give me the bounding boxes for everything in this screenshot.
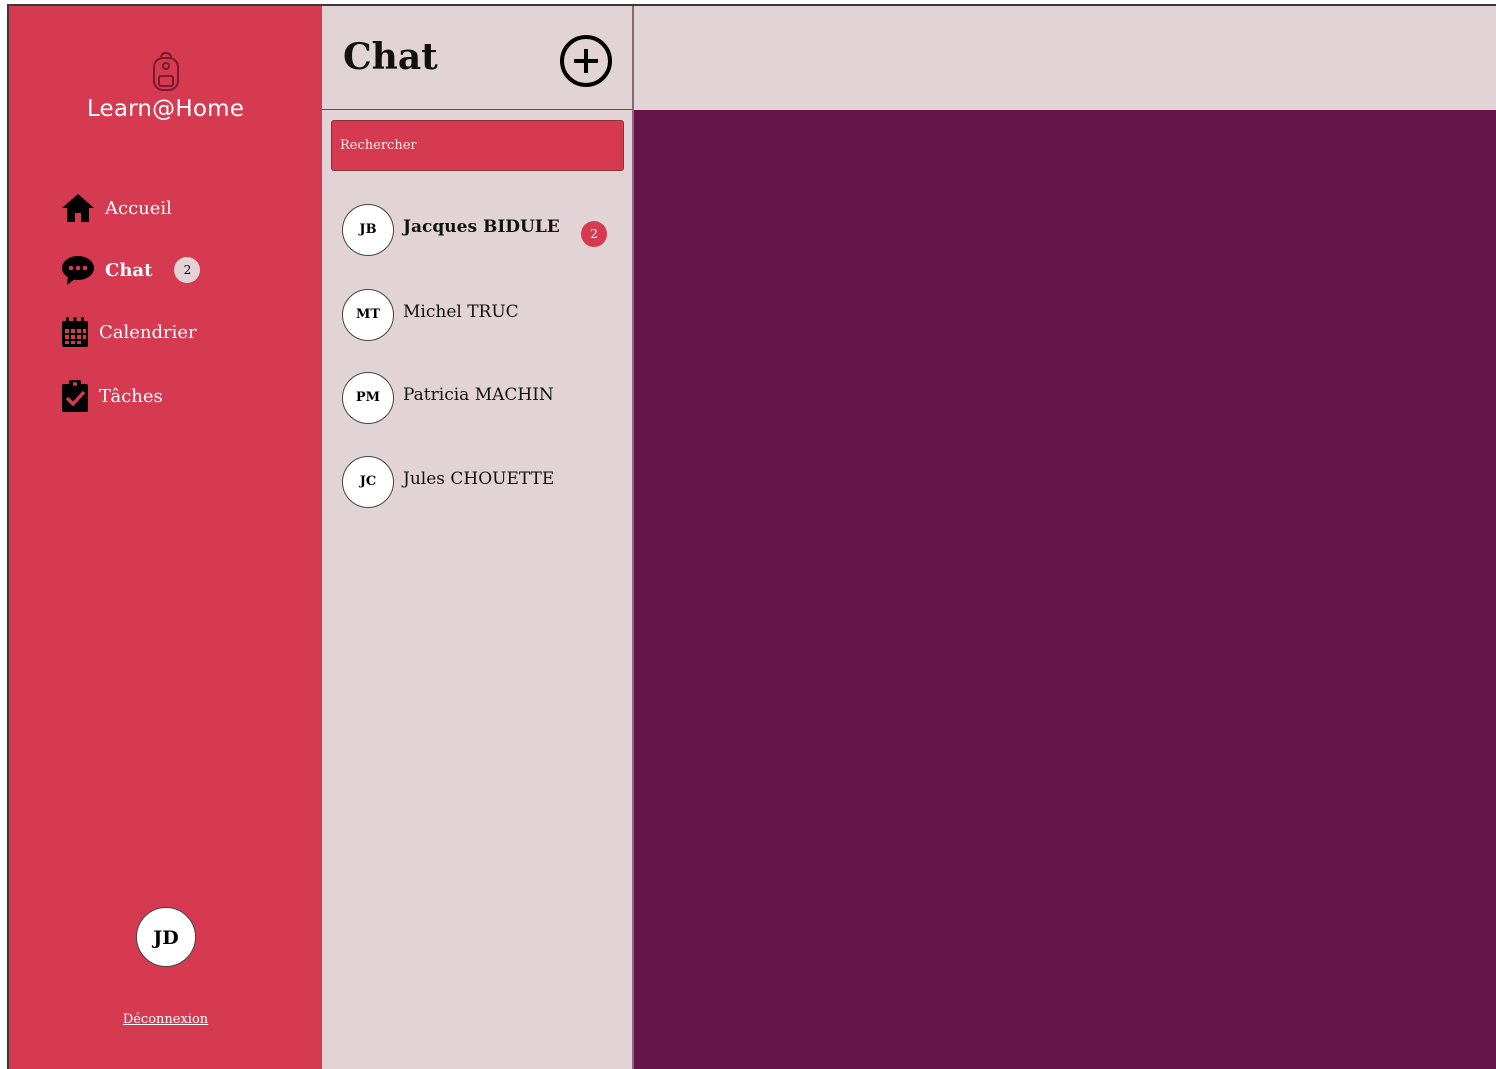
avatar: JC <box>342 456 394 508</box>
search-input[interactable] <box>331 120 624 171</box>
app-window: Learn@Home Accueil Chat 2 Calendrier Tâc… <box>7 4 1496 1069</box>
plus-circle-icon[interactable] <box>559 34 613 88</box>
home-icon <box>62 194 94 222</box>
contact-item[interactable]: JC Jules CHOUETTE <box>342 456 622 510</box>
unread-badge: 2 <box>174 257 201 283</box>
avatar: PM <box>342 372 394 424</box>
brand: Learn@Home <box>9 50 322 122</box>
sidebar-item-label: Calendrier <box>99 321 197 343</box>
sidebar-item-label: Tâches <box>99 385 163 407</box>
clipboard-check-icon <box>62 380 88 412</box>
conversation-area <box>634 110 1496 1069</box>
contact-item[interactable]: MT Michel TRUC <box>342 289 622 343</box>
calendar-icon <box>62 317 88 347</box>
page-title: Chat <box>343 36 438 78</box>
contact-item[interactable]: PM Patricia MACHIN <box>342 372 622 426</box>
contact-item[interactable]: JB Jacques BIDULE 2 <box>342 204 622 258</box>
avatar: JB <box>342 204 394 256</box>
backpack-icon <box>152 51 179 91</box>
sidebar-item-chat[interactable]: Chat 2 <box>61 254 201 286</box>
sidebar-item-label: Chat <box>105 259 153 281</box>
contact-name: Jacques BIDULE <box>403 217 560 237</box>
sidebar-item-taches[interactable]: Tâches <box>61 379 163 413</box>
chat-header: Chat <box>322 6 632 110</box>
avatar: MT <box>342 289 394 341</box>
chat-list-panel: Chat JB Jacques BIDULE 2 MT Michel TRUC … <box>322 6 634 1069</box>
sidebar-item-calendrier[interactable]: Calendrier <box>61 316 197 348</box>
avatar[interactable]: JD <box>136 907 196 967</box>
contact-name: Michel TRUC <box>403 302 519 322</box>
logout-link[interactable]: Déconnexion <box>9 1012 322 1027</box>
contact-name: Jules CHOUETTE <box>403 469 555 489</box>
brand-name: Learn@Home <box>86 96 245 122</box>
chat-bubble-icon <box>62 256 94 285</box>
unread-badge: 2 <box>581 221 607 247</box>
sidebar: Learn@Home Accueil Chat 2 Calendrier Tâc… <box>9 6 322 1069</box>
sidebar-item-accueil[interactable]: Accueil <box>61 192 172 224</box>
contact-name: Patricia MACHIN <box>403 385 554 405</box>
sidebar-item-label: Accueil <box>105 197 172 219</box>
conversation-header <box>634 6 1496 110</box>
